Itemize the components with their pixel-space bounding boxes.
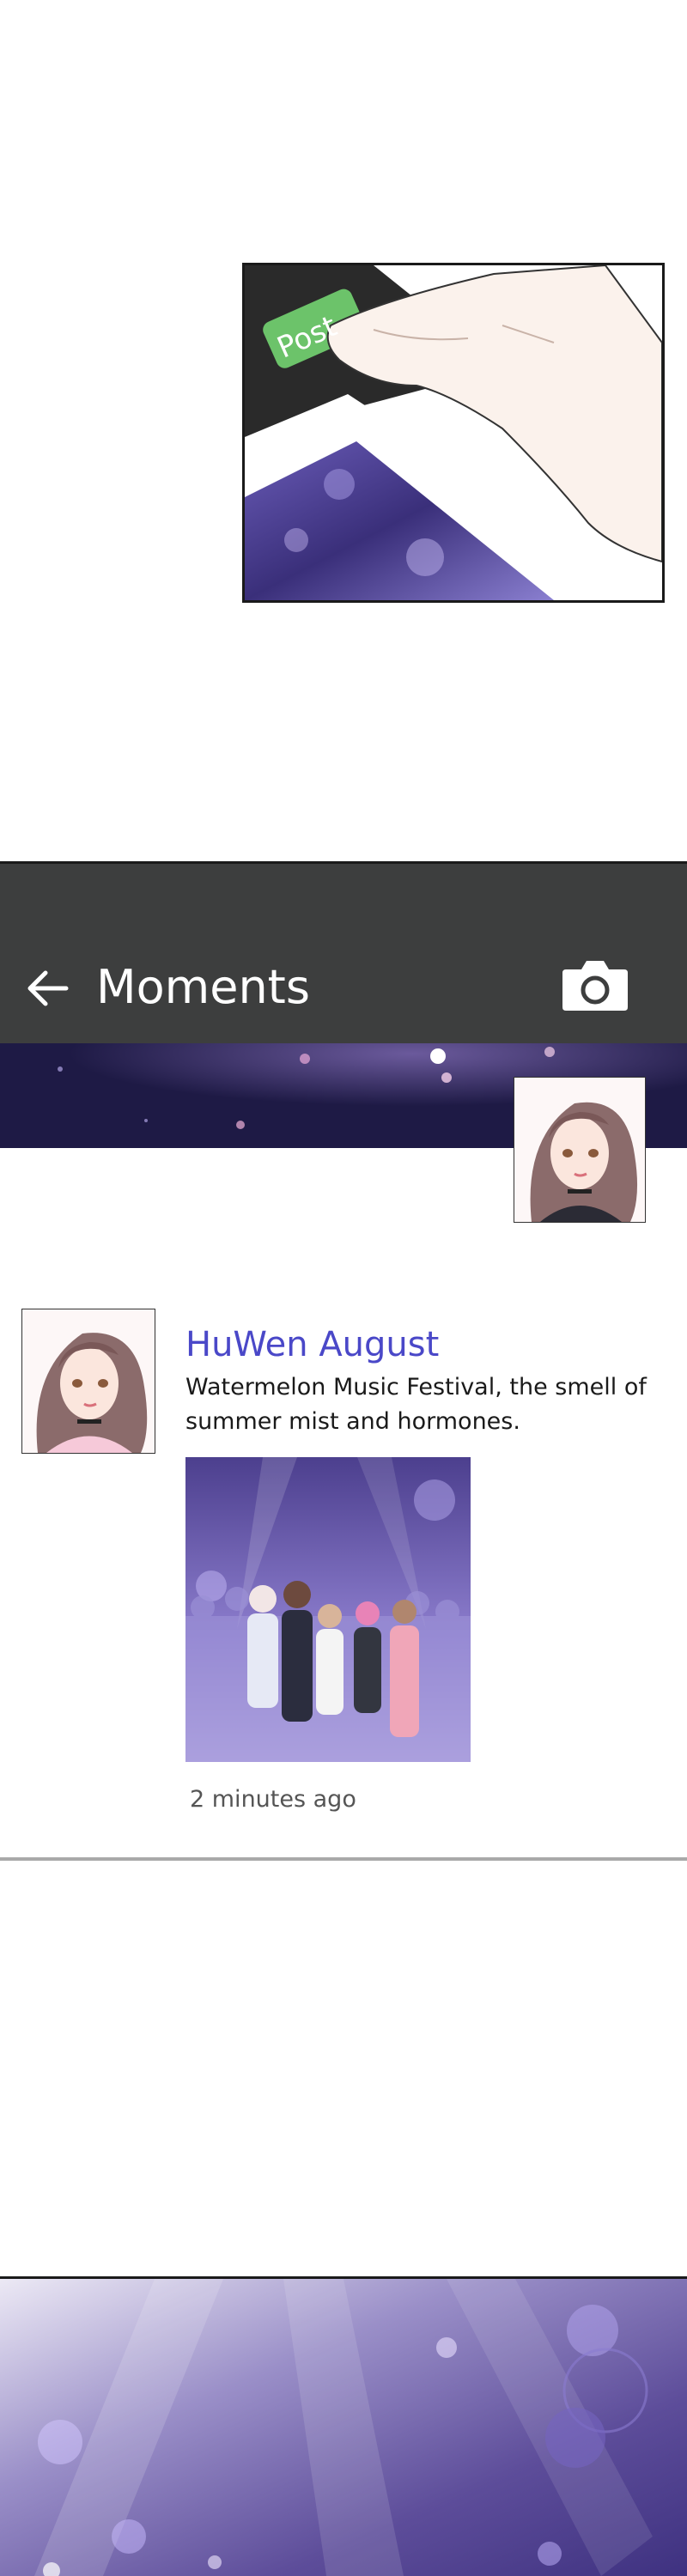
- concert-backdrop: [0, 2279, 687, 2576]
- page-title: Moments: [96, 960, 310, 1014]
- concert-lights-image: [0, 2279, 687, 2576]
- post-author-avatar[interactable]: [21, 1309, 155, 1454]
- feed-divider: [0, 1857, 687, 1861]
- post-author-name[interactable]: HuWen August: [185, 1322, 439, 1367]
- profile-avatar[interactable]: [514, 1077, 646, 1223]
- festival-crowd-image: [185, 1457, 471, 1762]
- post-text: Watermelon Music Festival, the smell of …: [185, 1374, 647, 1435]
- back-button[interactable]: [22, 966, 72, 1011]
- app-header: [0, 864, 687, 1043]
- avatar-portrait-image: [22, 1309, 155, 1453]
- post-timestamp: 2 minutes ago: [190, 1786, 356, 1813]
- post-photo[interactable]: [185, 1457, 471, 1762]
- comic-panel-post: Post: [242, 263, 665, 603]
- hand-press-illustration: [245, 265, 662, 600]
- avatar-portrait-image: [514, 1078, 645, 1222]
- camera-icon: [562, 961, 628, 1011]
- camera-button[interactable]: [559, 955, 631, 1015]
- arrow-left-icon: [27, 970, 69, 1006]
